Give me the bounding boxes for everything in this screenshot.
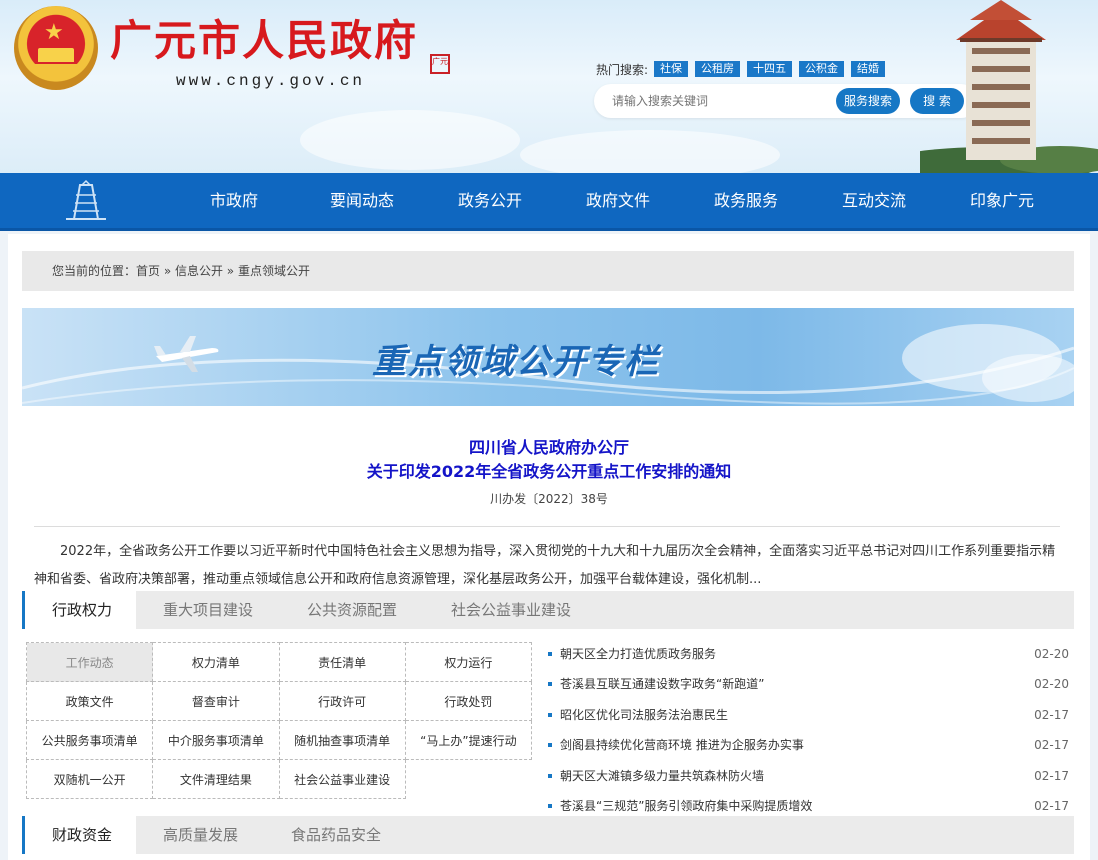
category-grid: 工作动态 权力清单 责任清单 权力运行 政策文件 督查审计 行政许可 行政处罚 … xyxy=(25,642,533,799)
news-item[interactable]: 朝天区大滩镇多级力量共筑森林防火墙 02-17 xyxy=(548,761,1074,791)
hot-tag-social-security[interactable]: 社保 xyxy=(654,61,689,77)
hot-tag-14th-plan[interactable]: 十四五 xyxy=(747,61,793,77)
document-number: 川办发〔2022〕38号 xyxy=(490,492,608,506)
service-search-button[interactable]: 服务搜索 xyxy=(836,88,900,114)
search-input[interactable] xyxy=(612,92,822,110)
cloud-decoration xyxy=(520,130,780,173)
nav-item-impression[interactable]: 印象广元 xyxy=(938,173,1066,231)
grid-item-administrative-penalty[interactable]: 行政处罚 xyxy=(404,681,533,721)
news-item[interactable]: 昭化区优化司法服务法治惠民生 02-17 xyxy=(548,700,1074,730)
nav-item-government-documents[interactable]: 政府文件 xyxy=(554,173,682,231)
grid-item-social-welfare[interactable]: 社会公益事业建设 xyxy=(278,759,406,799)
bullet-icon xyxy=(548,743,552,748)
grid-item-administrative-license[interactable]: 行政许可 xyxy=(278,681,406,721)
bullet-icon xyxy=(548,773,552,778)
main-content: 您当前的位置：首页 » 信息公开 » 重点领域公开 重点领域公开专栏 四川省人民… xyxy=(8,234,1090,860)
tab-high-quality-development[interactable]: 高质量发展 xyxy=(163,816,238,854)
grid-item-public-service-list[interactable]: 公共服务事项清单 xyxy=(25,720,154,760)
news-title[interactable]: 苍溪县互联互通建设数字政务“新跑道” xyxy=(560,677,764,691)
document-summary: 2022年，全省政务公开工作要以习近平新时代中国特色社会主义思想为指导，深入贯彻… xyxy=(34,544,1056,587)
tabbar-primary: 行政权力 重大项目建设 公共资源配置 社会公益事业建设 xyxy=(22,591,1074,629)
main-nav: 市政府 要闻动态 政务公开 政府文件 政务服务 互动交流 印象广元 xyxy=(0,173,1098,231)
site-url: www.cngy.gov.cn xyxy=(176,72,366,90)
document-title-line2[interactable]: 关于印发2022年全省政务公开重点工作安排的通知 xyxy=(8,460,1090,484)
news-date: 02-17 xyxy=(1034,768,1069,783)
news-date: 02-17 xyxy=(1034,738,1069,753)
tab-fiscal-funds[interactable]: 财政资金 xyxy=(22,816,136,854)
nav-item-interaction[interactable]: 互动交流 xyxy=(810,173,938,231)
hot-search: 热门搜索: 社保 公租房 十四五 公积金 结婚 xyxy=(596,60,892,78)
city-logo-icon xyxy=(66,179,106,220)
tab-administrative-power[interactable]: 行政权力 xyxy=(22,591,136,629)
grid-item-policy-documents[interactable]: 政策文件 xyxy=(25,681,154,721)
tab-food-drug-safety[interactable]: 食品药品安全 xyxy=(291,816,381,854)
nav-item-government-affairs-open[interactable]: 政务公开 xyxy=(426,173,554,231)
document-title-line1[interactable]: 四川省人民政府办公厅 xyxy=(8,436,1090,460)
bullet-icon xyxy=(548,712,552,717)
seal-stamp-icon: 广元 xyxy=(430,54,450,74)
site-title[interactable]: 广元市人民政府 xyxy=(110,14,418,68)
grid-item-work-news[interactable]: 工作动态 xyxy=(25,642,154,682)
banner-title: 重点领域公开专栏 xyxy=(372,342,660,382)
news-date: 02-20 xyxy=(1034,677,1069,692)
news-date: 02-20 xyxy=(1034,647,1069,661)
news-title[interactable]: 朝天区全力打造优质政务服务 xyxy=(560,647,716,661)
hot-tag-marriage[interactable]: 结婚 xyxy=(851,61,886,77)
news-item[interactable]: 剑阁县持续优化营商环境 推进为企服务办实事 02-17 xyxy=(548,730,1074,760)
bullet-icon xyxy=(548,652,552,656)
bullet-icon xyxy=(548,803,552,808)
grid-item-power-operation[interactable]: 权力运行 xyxy=(404,642,533,682)
grid-item-random-inspection-list[interactable]: 随机抽查事项清单 xyxy=(278,720,406,760)
grid-item-double-random[interactable]: 双随机一公开 xyxy=(25,759,154,799)
site-header: ★ 广元市人民政府 www.cngy.gov.cn 广元 热门搜索: 社保 公租… xyxy=(0,0,1098,173)
news-item[interactable]: 苍溪县互联互通建设数字政务“新跑道” 02-20 xyxy=(548,669,1074,699)
news-list: 朝天区全力打造优质政务服务 02-20 苍溪县互联互通建设数字政务“新跑道” 02-… xyxy=(548,639,1074,821)
grid-item-speedup-action[interactable]: “马上办”提速行动 xyxy=(404,720,533,760)
nav-item-government-services[interactable]: 政务服务 xyxy=(682,173,810,231)
tab-social-welfare[interactable]: 社会公益事业建设 xyxy=(451,591,571,629)
cloud-decoration xyxy=(300,110,520,170)
breadcrumb: 您当前的位置：首页 » 信息公开 » 重点领域公开 xyxy=(22,251,1074,291)
airplane-icon xyxy=(154,336,219,372)
hot-tag-public-rental[interactable]: 公租房 xyxy=(695,61,741,77)
section-banner: 重点领域公开专栏 xyxy=(22,308,1074,406)
national-emblem-icon: ★ xyxy=(14,6,98,90)
tab-major-projects[interactable]: 重大项目建设 xyxy=(163,591,253,629)
document-title[interactable]: 四川省人民政府办公厅 关于印发2022年全省政务公开重点工作安排的通知 xyxy=(8,436,1090,484)
tabbar-secondary: 财政资金 高质量发展 食品药品安全 xyxy=(22,816,1074,854)
grid-item-intermediary-service-list[interactable]: 中介服务事项清单 xyxy=(152,720,280,760)
news-title[interactable]: 朝天区大滩镇多级力量共筑森林防火墙 xyxy=(560,769,764,783)
news-date: 02-17 xyxy=(1034,707,1069,722)
grid-item-audit[interactable]: 督查审计 xyxy=(152,681,280,721)
news-title[interactable]: 剑阁县持续优化营商环境 推进为企服务办实事 xyxy=(560,738,804,752)
news-item[interactable]: 朝天区全力打造优质政务服务 02-20 xyxy=(548,639,1074,669)
news-title[interactable]: 昭化区优化司法服务法治惠民生 xyxy=(560,708,728,722)
tab-public-resources[interactable]: 公共资源配置 xyxy=(307,591,397,629)
tower-illustration xyxy=(920,0,1098,173)
hot-search-label: 热门搜索: xyxy=(596,62,649,77)
nav-item-news[interactable]: 要闻动态 xyxy=(298,173,426,231)
bullet-icon xyxy=(548,682,552,687)
grid-empty-cell xyxy=(405,760,531,799)
grid-item-document-cleanup[interactable]: 文件清理结果 xyxy=(152,759,280,799)
divider xyxy=(34,526,1060,527)
grid-item-responsibility-list[interactable]: 责任清单 xyxy=(278,642,406,682)
news-title[interactable]: 苍溪县“三规范”服务引领政府集中采购提质增效 xyxy=(560,799,812,813)
grid-item-power-list[interactable]: 权力清单 xyxy=(152,642,280,682)
nav-item-city-government[interactable]: 市政府 xyxy=(170,173,298,231)
hot-tag-housing-fund[interactable]: 公积金 xyxy=(799,61,845,77)
